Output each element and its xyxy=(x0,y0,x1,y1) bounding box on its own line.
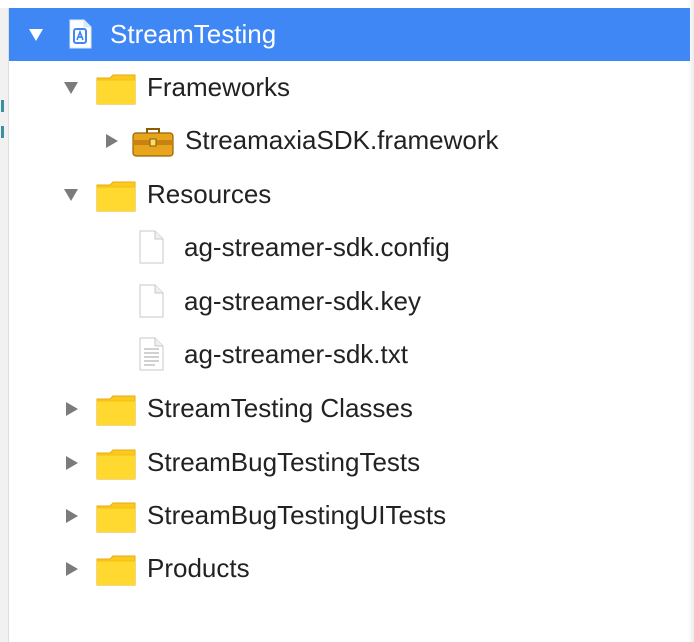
text-file-icon xyxy=(139,337,164,371)
group-row-streamtesting-classes[interactable]: StreamTesting Classes xyxy=(0,382,688,435)
folder-icon xyxy=(96,449,136,480)
group-row-streambugtestinguitests[interactable]: StreamBugTestingUITests xyxy=(0,489,688,542)
project-navigator: StreamTesting Frameworks StreamaxiaSDK.f… xyxy=(0,0,694,642)
framework-label: StreamaxiaSDK.framework xyxy=(185,125,499,155)
disclosure-closed-icon[interactable] xyxy=(66,402,78,416)
group-label-products: Products xyxy=(147,553,250,583)
group-row-products[interactable]: Products xyxy=(0,542,688,595)
folder-icon xyxy=(96,555,136,586)
xcode-project-icon xyxy=(69,19,92,49)
file-label-txt: ag-streamer-sdk.txt xyxy=(184,339,408,369)
group-row-frameworks[interactable]: Frameworks xyxy=(0,61,688,114)
group-row-streambugtestingtests[interactable]: StreamBugTestingTests xyxy=(0,436,688,489)
disclosure-open-icon[interactable] xyxy=(29,29,43,41)
disclosure-closed-icon[interactable] xyxy=(106,134,118,148)
disclosure-closed-icon[interactable] xyxy=(66,509,78,523)
disclosure-open-icon[interactable] xyxy=(64,189,78,201)
file-label-key: ag-streamer-sdk.key xyxy=(184,286,421,316)
framework-icon xyxy=(132,128,174,157)
group-label-streamtesting-classes: StreamTesting Classes xyxy=(147,393,413,423)
folder-icon xyxy=(96,181,136,212)
file-icon xyxy=(139,230,164,264)
disclosure-closed-icon[interactable] xyxy=(66,456,78,470)
disclosure-closed-icon[interactable] xyxy=(66,562,78,576)
group-label-streambugtestinguitests: StreamBugTestingUITests xyxy=(147,500,447,530)
framework-row-streamaxiasdk[interactable]: StreamaxiaSDK.framework xyxy=(0,114,688,167)
group-label-resources: Resources xyxy=(147,179,272,209)
folder-icon xyxy=(96,502,136,533)
file-row-key[interactable]: ag-streamer-sdk.key xyxy=(0,275,688,328)
group-row-resources[interactable]: Resources xyxy=(0,168,688,221)
file-row-txt[interactable]: ag-streamer-sdk.txt xyxy=(0,328,688,381)
top-strip xyxy=(0,0,694,8)
folder-icon xyxy=(96,395,136,426)
right-divider-shadow xyxy=(688,0,694,642)
file-label-config: ag-streamer-sdk.config xyxy=(184,232,450,262)
folder-icon xyxy=(96,74,136,105)
group-label-frameworks: Frameworks xyxy=(147,72,291,102)
project-row-streamtesting[interactable]: StreamTesting xyxy=(9,8,690,61)
disclosure-open-icon[interactable] xyxy=(64,82,78,94)
file-row-config[interactable]: ag-streamer-sdk.config xyxy=(0,221,688,274)
group-label-streambugtestingtests: StreamBugTestingTests xyxy=(147,447,421,477)
project-label: StreamTesting xyxy=(110,19,277,49)
file-icon xyxy=(139,284,164,318)
